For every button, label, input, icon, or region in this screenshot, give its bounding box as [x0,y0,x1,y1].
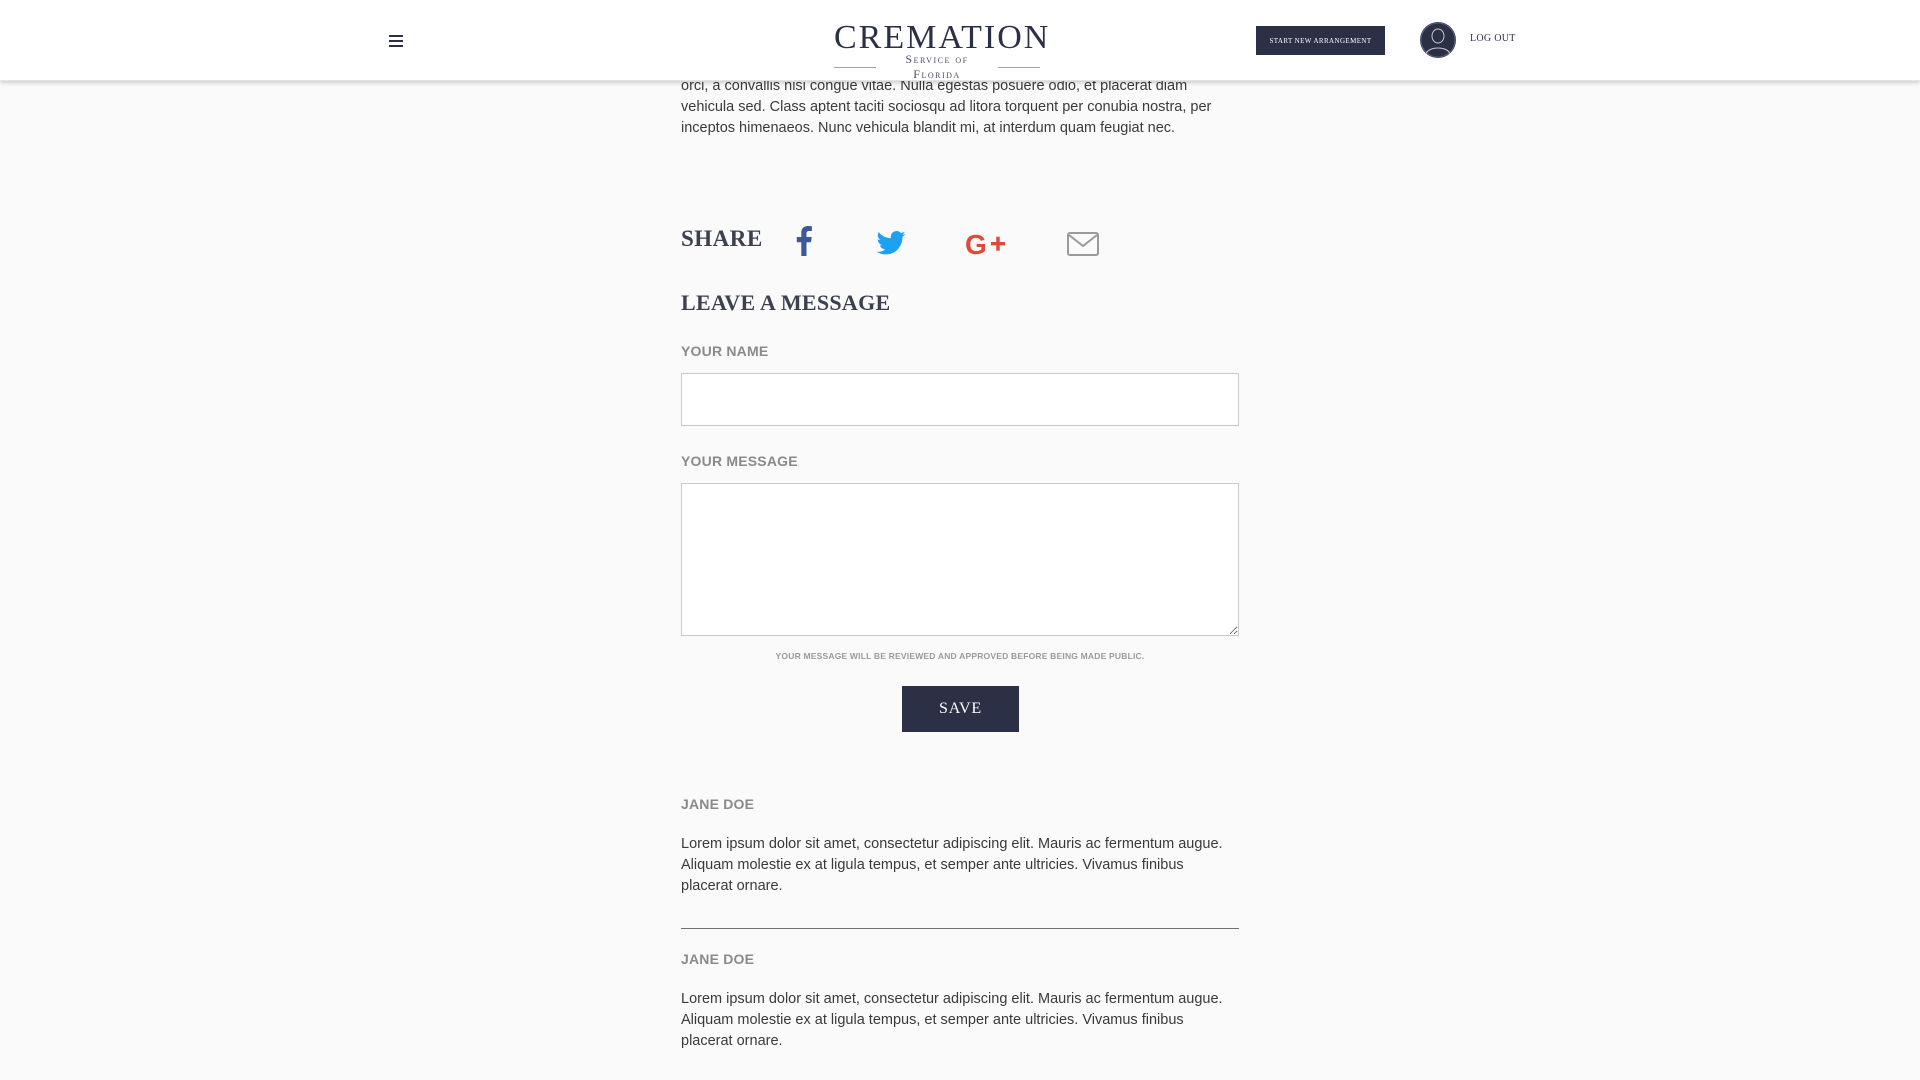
hamburger-menu-icon[interactable] [389,35,403,47]
moderation-notice: YOUR MESSAGE WILL BE REVIEWED AND APPROV… [775,651,1145,661]
your-name-label: YOUR NAME [681,343,769,359]
your-message-textarea[interactable] [681,483,1239,636]
logo-title: CREMATION [834,19,1051,56]
email-icon[interactable] [1067,232,1099,261]
comment-text: Lorem ipsum dolor sit amet, consectetur … [681,836,1223,894]
share-row: SHARE G [681,224,1239,264]
twitter-icon[interactable] [876,231,906,260]
your-message-label: YOUR MESSAGE [681,453,798,469]
comment-item: JANE DOE Lorem ipsum dolor sit amet, con… [681,951,1239,1052]
google-plus-icon[interactable]: G [965,229,1009,262]
comment-item: JANE DOE Lorem ipsum dolor sit amet, con… [681,796,1239,897]
your-name-input[interactable] [681,373,1239,426]
top-navigation-bar: CREMATION Service of Florida START NEW A… [0,0,1920,81]
start-new-arrangement-button[interactable]: START NEW ARRANGEMENT [1256,26,1385,55]
user-avatar-glyph [1420,22,1456,58]
comment-divider [681,928,1239,929]
save-button[interactable]: SAVE [902,686,1019,732]
site-logo[interactable]: CREMATION Service of Florida [834,19,1051,81]
user-avatar-icon[interactable] [1420,22,1456,58]
comment-text: Lorem ipsum dolor sit amet, consectetur … [681,991,1223,1049]
logo-rule-right [997,66,1041,68]
leave-message-heading: LEAVE A MESSAGE [681,290,891,315]
comment-author: JANE DOE [681,796,755,812]
logo-subtitle-row: Service of Florida [834,52,1041,82]
svg-text:G: G [965,231,987,257]
logo-subtitle: Service of Florida [905,52,969,81]
comment-author: JANE DOE [681,951,755,967]
facebook-icon[interactable] [796,226,812,261]
share-label: SHARE [681,226,763,251]
logo-rule-left [834,66,877,68]
logout-link[interactable]: LOG OUT [1470,33,1516,44]
intro-paragraph: orci, a convallis nisi congue vitae. Nul… [681,78,1212,136]
